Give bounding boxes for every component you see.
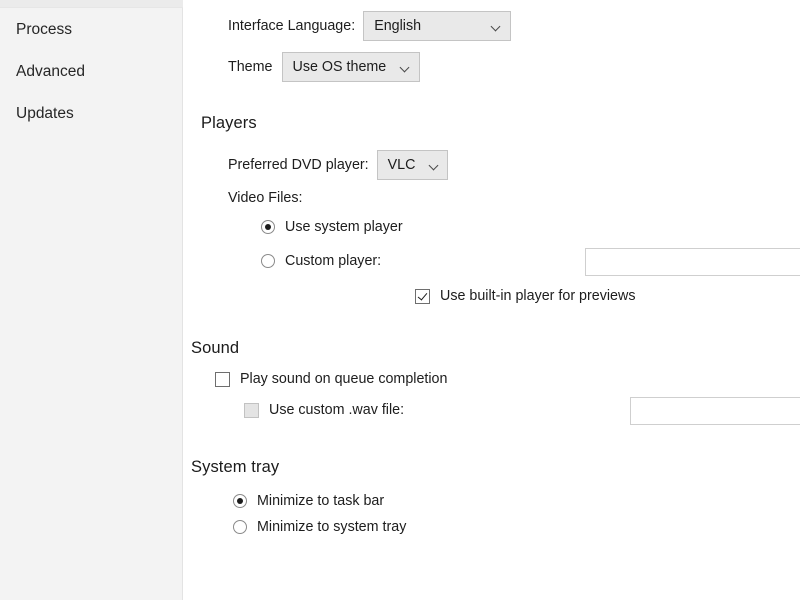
radio-icon[interactable] [261, 220, 275, 234]
custom-player-option[interactable]: Custom player: [261, 253, 381, 269]
sidebar-item-label: Process [16, 21, 72, 38]
chevron-down-icon [491, 21, 502, 32]
sidebar-nav: Process Advanced Updates [0, 9, 183, 135]
sidebar-item-advanced[interactable]: Advanced [0, 51, 183, 93]
theme-value: Use OS theme [293, 59, 387, 75]
play-sound-label: Play sound on queue completion [240, 371, 447, 387]
custom-wav-option[interactable]: Use custom .wav file: [244, 402, 404, 418]
checkbox-icon[interactable] [244, 403, 259, 418]
minimize-system-tray-label: Minimize to system tray [257, 519, 406, 535]
interface-language-value: English [374, 18, 421, 34]
preferred-dvd-player-select[interactable]: VLC [377, 150, 449, 180]
interface-language-row: Interface Language: English [228, 11, 511, 41]
radio-icon[interactable] [233, 520, 247, 534]
minimize-task-bar-option[interactable]: Minimize to task bar [233, 493, 384, 509]
interface-language-label: Interface Language: [228, 18, 355, 34]
sidebar-item-label: Updates [16, 105, 74, 122]
sidebar-item-process[interactable]: Process [0, 9, 183, 51]
sound-section-title: Sound [191, 339, 239, 358]
chevron-down-icon [400, 62, 411, 73]
theme-row: Theme Use OS theme [228, 52, 420, 82]
radio-icon[interactable] [233, 494, 247, 508]
interface-language-select[interactable]: English [363, 11, 511, 41]
sidebar: Process Advanced Updates [0, 0, 183, 600]
preferences-window: Process Advanced Updates Interface Langu… [0, 0, 800, 600]
builtin-preview-option[interactable]: Use built-in player for previews [415, 288, 635, 304]
system-tray-section-title: System tray [191, 458, 279, 477]
play-sound-option[interactable]: Play sound on queue completion [215, 371, 447, 387]
sidebar-item-updates[interactable]: Updates [0, 93, 183, 135]
builtin-preview-label: Use built-in player for previews [440, 288, 635, 304]
players-section-title: Players [201, 114, 257, 133]
minimize-task-bar-label: Minimize to task bar [257, 493, 384, 509]
checkbox-icon[interactable] [415, 289, 430, 304]
radio-icon[interactable] [261, 254, 275, 268]
sidebar-item-label: Advanced [16, 63, 85, 80]
chevron-down-icon [429, 160, 440, 171]
theme-select[interactable]: Use OS theme [282, 52, 421, 82]
preferred-dvd-player-value: VLC [388, 157, 416, 173]
checkbox-icon[interactable] [215, 372, 230, 387]
custom-wav-label: Use custom .wav file: [269, 402, 404, 418]
minimize-system-tray-option[interactable]: Minimize to system tray [233, 519, 406, 535]
sidebar-top-strip [0, 0, 183, 8]
video-files-label: Video Files: [228, 190, 302, 206]
preferred-dvd-player-label: Preferred DVD player: [228, 157, 369, 173]
custom-player-input[interactable] [585, 248, 800, 276]
custom-wav-input[interactable] [630, 397, 800, 425]
settings-pane: Interface Language: English Theme Use OS… [183, 0, 800, 600]
use-system-player-option[interactable]: Use system player [261, 219, 403, 235]
use-system-player-label: Use system player [285, 219, 403, 235]
custom-player-label: Custom player: [285, 253, 381, 269]
preferred-dvd-player-row: Preferred DVD player: VLC [228, 150, 448, 180]
theme-label: Theme [228, 59, 273, 75]
